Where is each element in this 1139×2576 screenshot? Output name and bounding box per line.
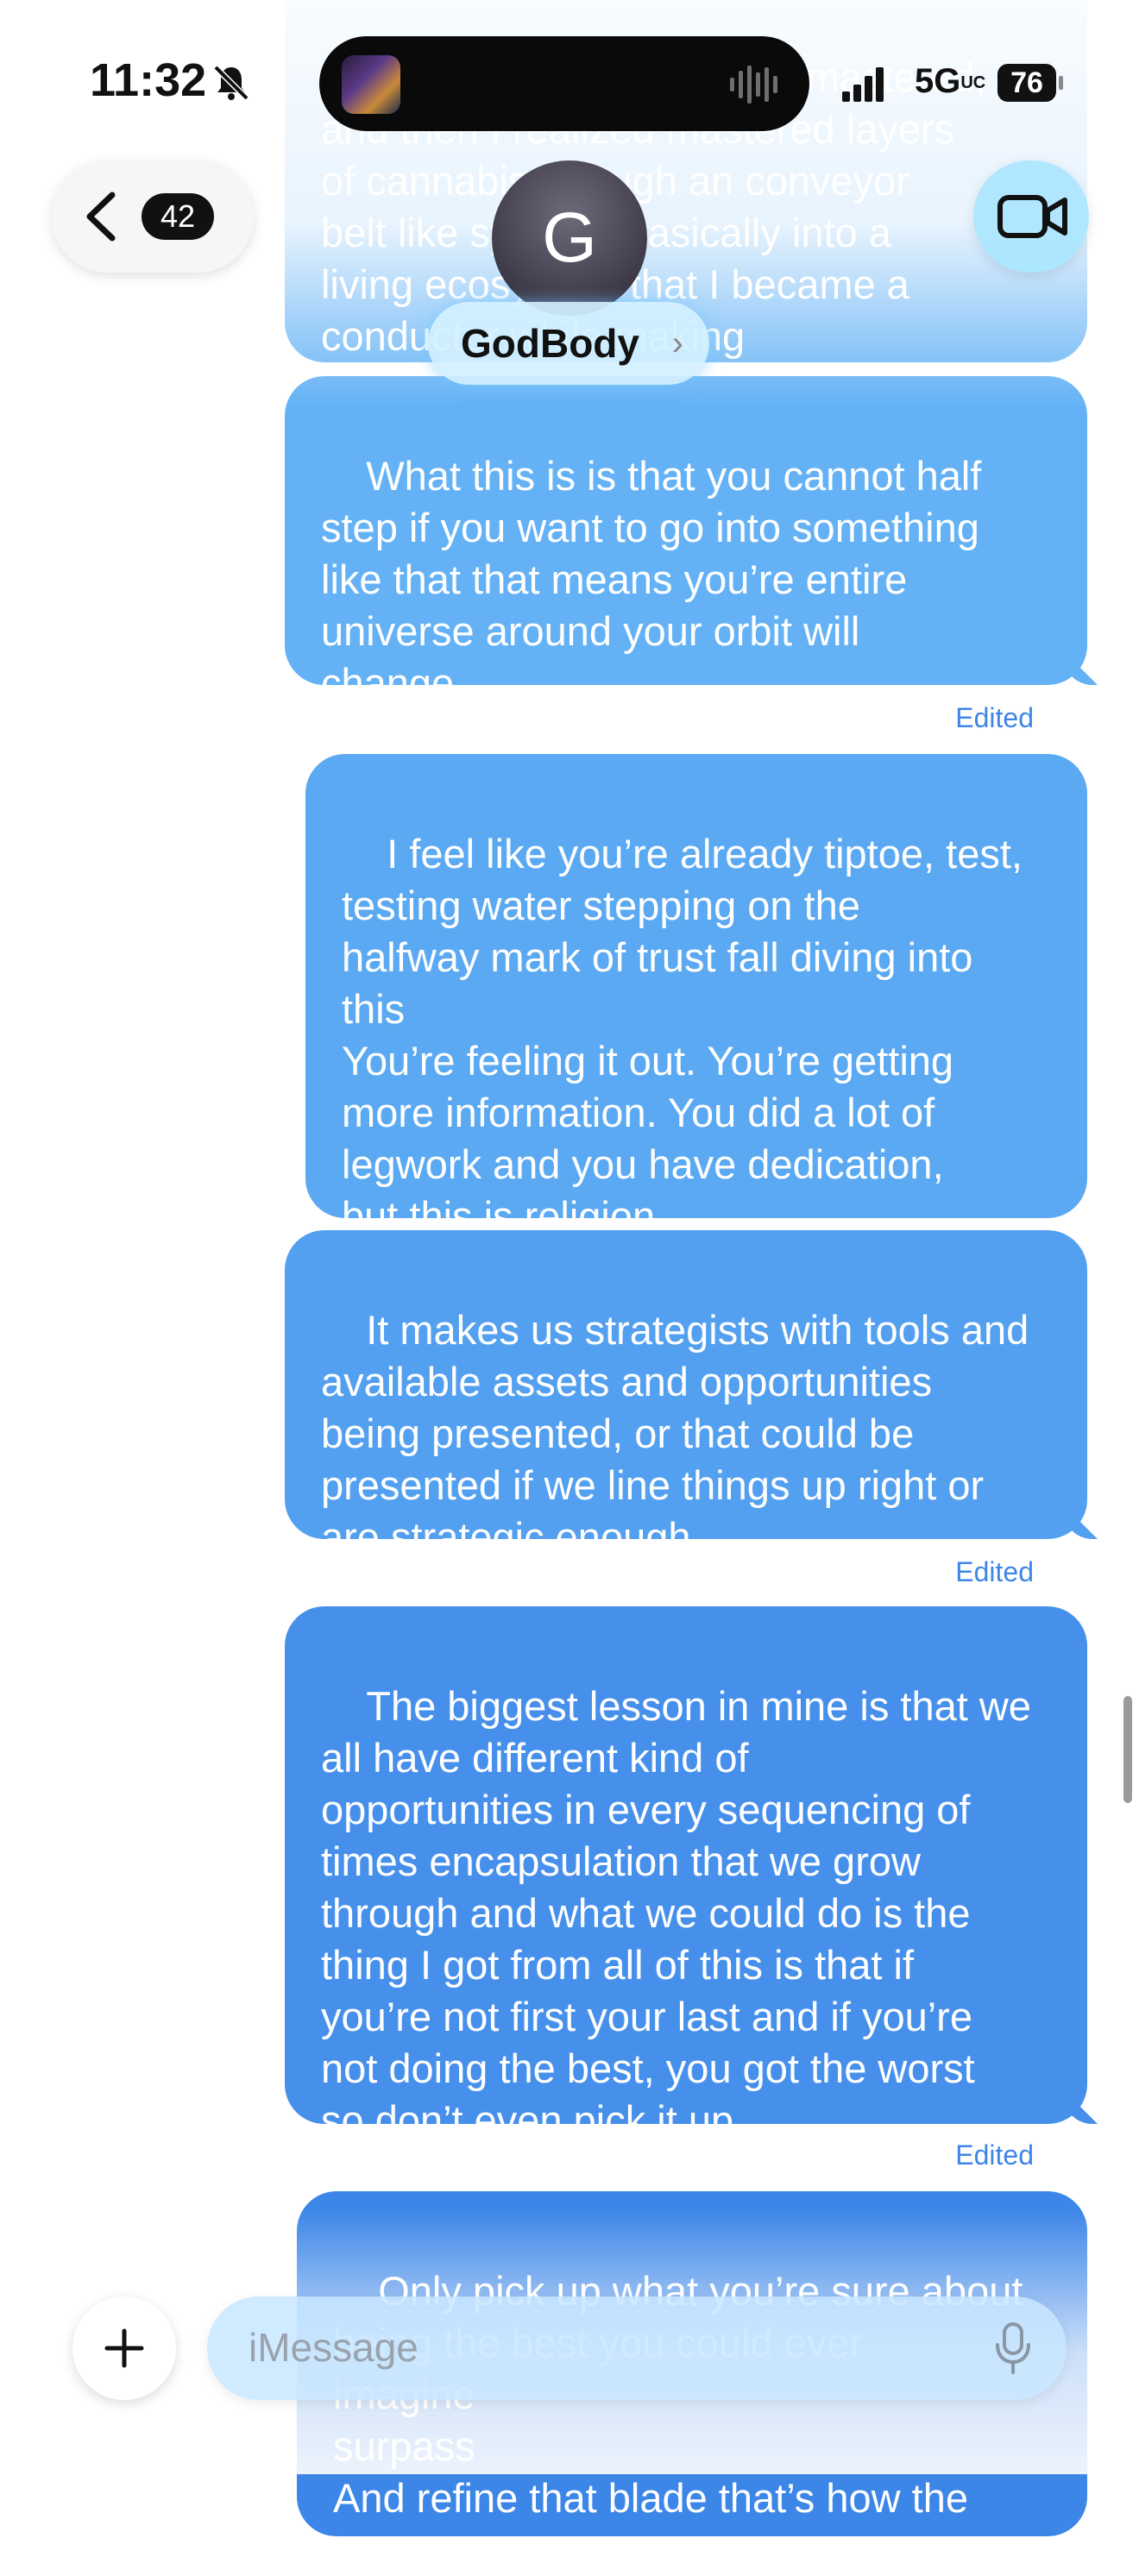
contact-name: GodBody [461, 321, 639, 366]
message-text: What this is is that you cannot half ste… [321, 453, 982, 706]
contact-avatar[interactable]: G [492, 160, 647, 316]
message-bubble[interactable]: It makes us strategists with tools and a… [285, 1230, 1087, 1560]
network-indicator: 5GUC [915, 62, 986, 101]
bell-slash-icon [213, 65, 249, 101]
audio-wave-icon [730, 66, 777, 104]
network-type: 5G [915, 62, 961, 100]
battery-indicator: 76 [997, 64, 1063, 102]
status-time: 11:32 [90, 54, 207, 106]
unread-count-badge: 42 [142, 193, 214, 240]
message-bubble[interactable]: The biggest lesson in mine is that we al… [285, 1606, 1087, 2143]
message-text: It makes us strategists with tools and a… [321, 1307, 1029, 1560]
cellular-signal-icon [842, 67, 884, 102]
album-art-icon [342, 55, 400, 114]
chevron-left-icon [86, 192, 116, 242]
edited-label: Edited [955, 702, 1034, 733]
message-text: The biggest lesson in mine is that we al… [321, 1683, 1031, 2143]
edited-label: Edited [955, 2139, 1034, 2171]
video-camera-icon [997, 195, 1067, 238]
add-attachment-button[interactable] [72, 2296, 176, 2400]
edited-label: Edited [955, 1556, 1034, 1587]
back-button[interactable]: 42 [52, 160, 254, 273]
message-input-placeholder: iMessage [249, 2325, 418, 2370]
message-bubble[interactable]: What this is is that you cannot half ste… [285, 376, 1087, 706]
facetime-video-button[interactable] [973, 160, 1089, 273]
plus-icon [104, 2328, 144, 2368]
message-input[interactable]: iMessage [207, 2296, 1067, 2400]
scrollbar-thumb[interactable] [1123, 1696, 1132, 1803]
message-text: I feel like you’re already tiptoe, test,… [342, 831, 1023, 1239]
network-suffix: UC [960, 73, 986, 93]
microphone-icon[interactable] [994, 2322, 1032, 2374]
chevron-right-icon: › [671, 324, 683, 362]
dynamic-island[interactable] [319, 36, 809, 131]
message-bubble[interactable]: I feel like you’re already tiptoe, test,… [305, 754, 1087, 1239]
contact-name-button[interactable]: GodBody › [428, 302, 709, 385]
